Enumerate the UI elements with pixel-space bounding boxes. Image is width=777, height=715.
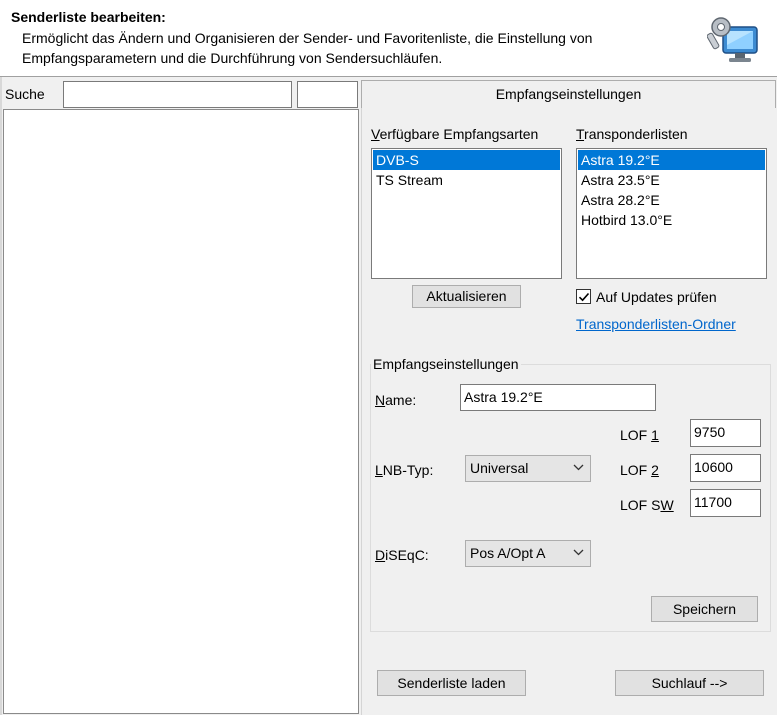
save-button[interactable]: Speichern — [651, 596, 758, 622]
header-title: Senderliste bearbeiten: — [11, 9, 166, 25]
load-channel-list-button[interactable]: Senderliste laden — [377, 670, 526, 696]
reception-types-list[interactable]: DVB-S TS Stream — [371, 148, 562, 279]
lof1-label: LOF 1 — [620, 427, 659, 443]
checkmark-icon — [578, 292, 590, 302]
search-label: Suche — [5, 86, 45, 102]
transponder-lists-list[interactable]: Astra 19.2°E Astra 23.5°E Astra 28.2°E H… — [576, 148, 767, 279]
header-banner: Senderliste bearbeiten: Ermöglicht das Ä… — [0, 0, 777, 77]
list-item-ts-stream[interactable]: TS Stream — [373, 170, 560, 190]
lofsw-field[interactable]: 11700 — [690, 489, 761, 517]
diseqc-value: Pos A/Opt A — [470, 545, 546, 561]
name-field[interactable]: Astra 19.2°E — [460, 384, 656, 411]
refresh-button[interactable]: Aktualisieren — [412, 285, 521, 308]
chevron-down-icon — [573, 549, 584, 556]
lof1-field[interactable]: 9750 — [690, 419, 761, 447]
left-edge — [0, 77, 2, 715]
lof2-label: LOF 2 — [620, 462, 659, 478]
header-description: Ermöglicht das Ändern und Organisieren d… — [22, 30, 593, 66]
chevron-down-icon — [573, 464, 584, 471]
search-secondary-input[interactable] — [297, 81, 358, 108]
lnb-type-value: Universal — [470, 460, 529, 476]
reception-types-label: Verfügbare Empfangsarten — [371, 126, 539, 142]
list-item-dvb-s[interactable]: DVB-S — [373, 150, 560, 170]
list-item-astra-28[interactable]: Astra 28.2°E — [578, 190, 765, 210]
computer-settings-icon — [706, 13, 763, 67]
check-updates-label[interactable]: Auf Updates prüfen — [596, 289, 717, 305]
lnb-type-label: LNB-Typ: — [375, 462, 434, 478]
scan-button[interactable]: Suchlauf --> — [615, 670, 764, 696]
lnb-type-select[interactable]: Universal — [465, 455, 591, 482]
transponder-folder-link[interactable]: Transponderlisten-Ordner — [576, 316, 736, 332]
channel-list[interactable] — [3, 109, 359, 714]
list-item-astra-19[interactable]: Astra 19.2°E — [578, 150, 765, 170]
diseqc-label: DiSEqC: — [375, 547, 429, 563]
lof2-field[interactable]: 10600 — [690, 454, 761, 482]
tab-empfangseinstellungen[interactable]: Empfangseinstellungen — [361, 80, 776, 109]
transponder-lists-label: Transponderlisten — [576, 126, 688, 142]
settings-group-title: Empfangseinstellungen — [371, 356, 521, 372]
lofsw-label: LOF SW — [620, 497, 674, 513]
list-item-astra-23[interactable]: Astra 23.5°E — [578, 170, 765, 190]
name-label: Name: — [375, 392, 417, 408]
list-item-hotbird-13[interactable]: Hotbird 13.0°E — [578, 210, 765, 230]
diseqc-select[interactable]: Pos A/Opt A — [465, 540, 591, 567]
search-input[interactable] — [63, 81, 292, 108]
check-updates-checkbox[interactable] — [576, 289, 591, 304]
